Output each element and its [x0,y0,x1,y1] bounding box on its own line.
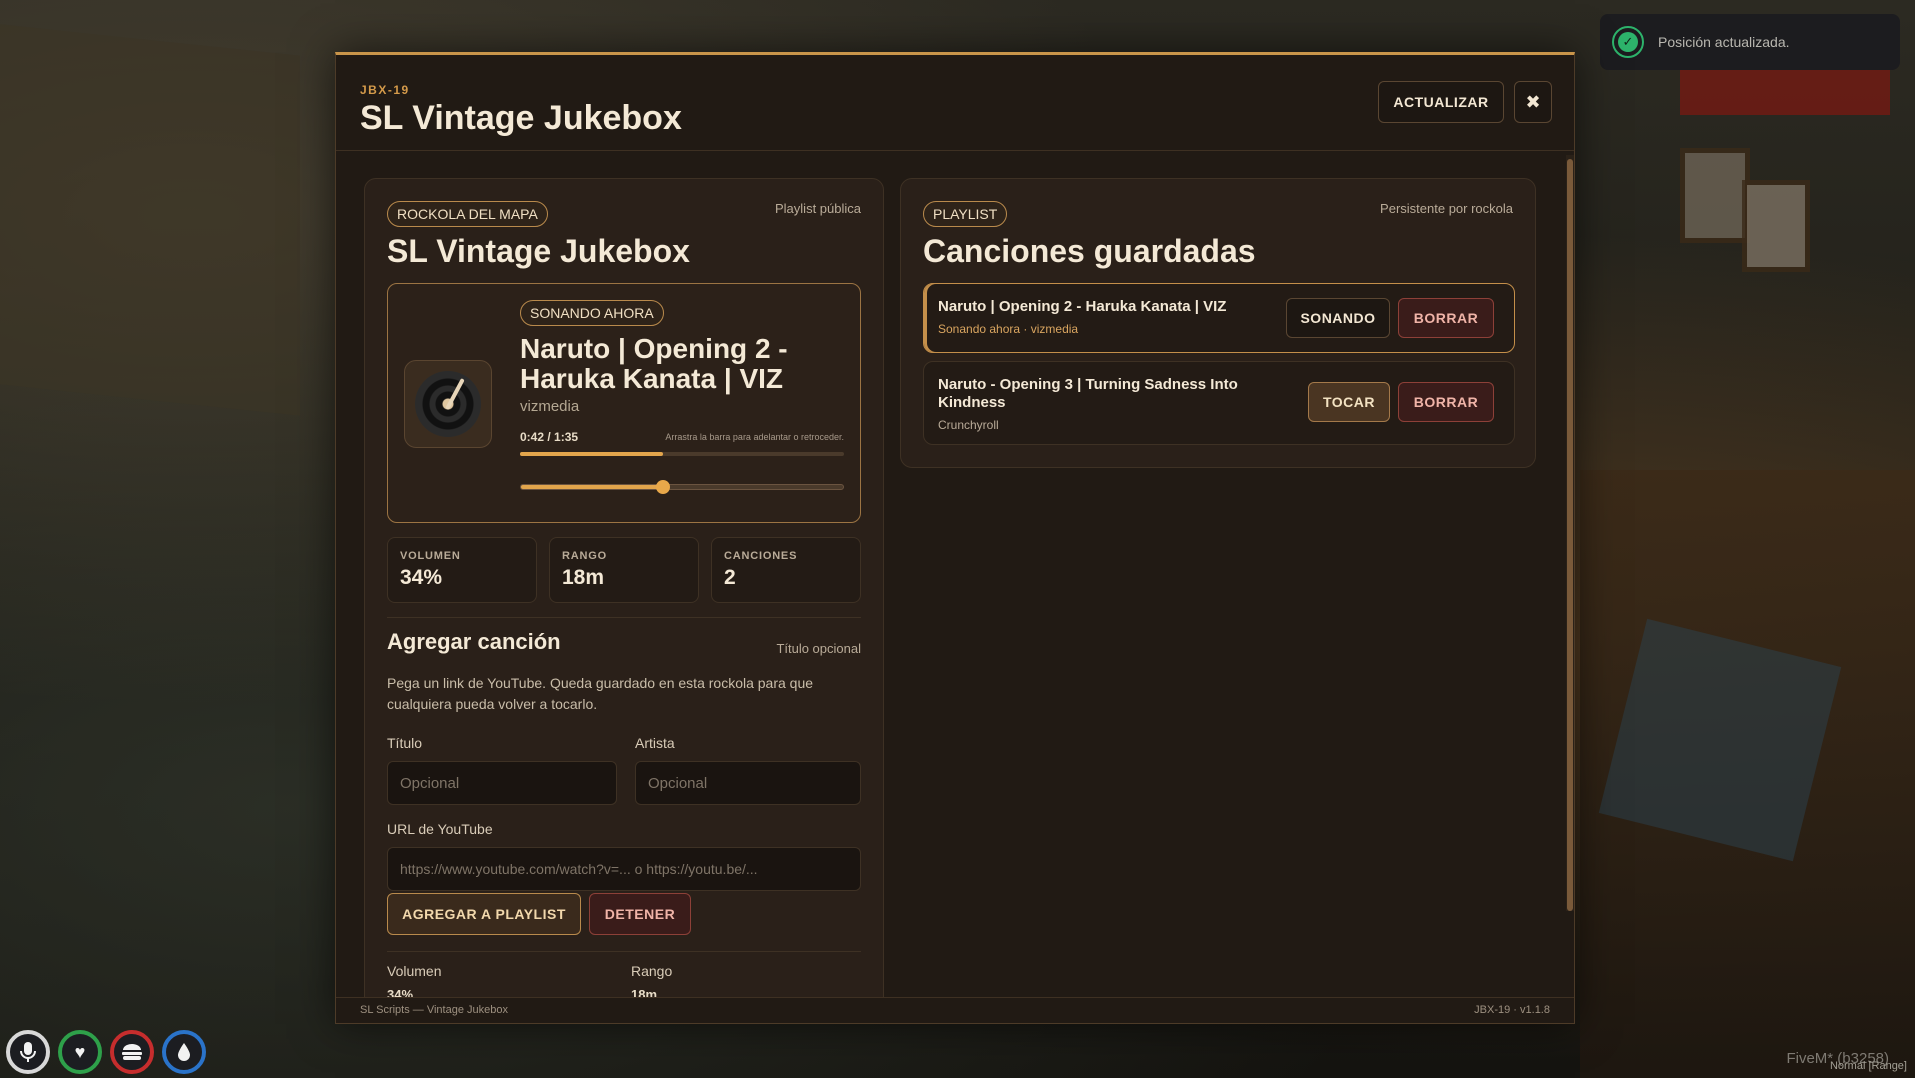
modal-body: ROCKOLA DEL MAPA Playlist pública SL Vin… [336,152,1574,1000]
stat-label: CANCIONES [724,550,798,562]
artist-field-label: Artista [635,735,675,751]
seek-slider-handle[interactable] [655,480,670,494]
stat-value: 34% [400,566,443,589]
close-button[interactable]: ✖ [1514,81,1552,123]
background-picture-frame [1742,180,1810,272]
stat-label: VOLUMEN [400,550,461,562]
divider [387,617,861,618]
public-playlist-note: Playlist pública [775,201,861,216]
playlist-title: Canciones guardadas [923,233,1256,269]
stat-volume: VOLUMEN 34% [387,537,537,603]
persistent-note: Persistente por rockola [1380,201,1513,216]
voice-range-indicator: Normal [Range] [1829,1060,1907,1072]
playback-progress-bar [520,452,844,456]
volume-label: Volumen [387,963,442,979]
jukebox-code: JBX-19 [360,83,410,97]
modal-footer: SL Scripts — Vintage Jukebox JBX-19 · v1… [336,997,1574,1023]
close-icon: ✖ [1525,91,1541,112]
water-drop-icon [162,1030,206,1074]
now-playing-card: SONANDO AHORA Naruto | Opening 2 - Haruk… [387,283,861,523]
toast-message: Posición actualizada. [1658,34,1790,50]
playback-time: 0:42 / 1:35 [520,430,579,444]
now-playing-tag: SONANDO AHORA [520,300,664,326]
divider [387,951,861,952]
stat-range: RANGO 18m [549,537,699,603]
heart-icon: ♥ [58,1030,102,1074]
notification-toast: ✓ Posición actualizada. [1600,14,1900,70]
delete-button[interactable]: BORRAR [1398,298,1494,338]
refresh-button[interactable]: ACTUALIZAR [1378,81,1504,123]
playlist-tag: PLAYLIST [923,201,1008,227]
map-jukebox-tag: ROCKOLA DEL MAPA [387,201,548,227]
background-corkboard [0,24,300,416]
modal-header: JBX-19 SL Vintage Jukebox ACTUALIZAR ✖ [336,55,1574,151]
jukebox-modal: JBX-19 SL Vintage Jukebox ACTUALIZAR ✖ R… [335,52,1575,1024]
seek-hint: Arrastra la barra para adelantar o retro… [665,432,844,442]
microphone-icon [6,1030,50,1074]
title-field-label: Título [387,735,423,751]
play-button[interactable]: TOCAR [1308,382,1390,422]
vinyl-record-icon [404,360,492,448]
player-hud: ♥ [6,1030,206,1074]
seek-slider[interactable] [520,480,844,494]
playlist-item[interactable]: Naruto - Opening 3 | Turning Sadness Int… [923,361,1515,445]
stop-button[interactable]: DETENER [589,893,691,935]
playlist-item-playing[interactable]: Naruto | Opening 2 - Haruka Kanata | VIZ… [923,283,1515,353]
burger-icon [110,1030,154,1074]
stat-value: 2 [724,566,736,589]
progress-fill [520,452,663,456]
stat-songs: CANCIONES 2 [711,537,861,603]
check-icon: ✓ [1612,26,1644,58]
now-playing-title: Naruto | Opening 2 - Haruka Kanata | VIZ [520,333,788,394]
song-title: Naruto | Opening 2 - Haruka Kanata | VIZ [938,298,1227,315]
playlist-panel: PLAYLIST Persistente por rockola Cancion… [900,178,1536,468]
footer-credits: SL Scripts — Vintage Jukebox [360,1004,508,1016]
modal-title: SL Vintage Jukebox [360,99,682,137]
delete-button[interactable]: BORRAR [1398,382,1494,422]
title-input[interactable]: Opcional [387,761,617,805]
footer-version: JBX-19 · v1.1.8 [1474,1004,1550,1016]
url-field-label: URL de YouTube [387,821,493,837]
song-subtitle: Crunchyroll [938,418,999,432]
range-label: Rango [631,963,673,979]
add-song-heading: Agregar canción [387,629,561,654]
stat-value: 18m [562,566,605,589]
jukebox-title: SL Vintage Jukebox [387,233,690,269]
jukebox-panel: ROCKOLA DEL MAPA Playlist pública SL Vin… [364,178,884,1000]
now-playing-artist: vizmedia [520,398,580,415]
add-song-description: Pega un link de YouTube. Queda guardado … [387,675,814,712]
artist-input[interactable]: Opcional [635,761,861,805]
song-title: Naruto - Opening 3 | Turning Sadness Int… [938,376,1238,411]
youtube-url-input[interactable]: https://www.youtube.com/watch?v=... o ht… [387,847,861,891]
background-picture-frame [1680,148,1750,243]
add-song-note: Título opcional [776,641,861,656]
playing-button[interactable]: SONANDO [1286,298,1390,338]
song-subtitle: Sonando ahora · vizmedia [938,322,1079,336]
stat-label: RANGO [562,550,607,562]
scrollbar-thumb[interactable] [1567,159,1573,911]
add-to-playlist-button[interactable]: AGREGAR A PLAYLIST [387,893,581,935]
seek-slider-fill [521,485,663,489]
